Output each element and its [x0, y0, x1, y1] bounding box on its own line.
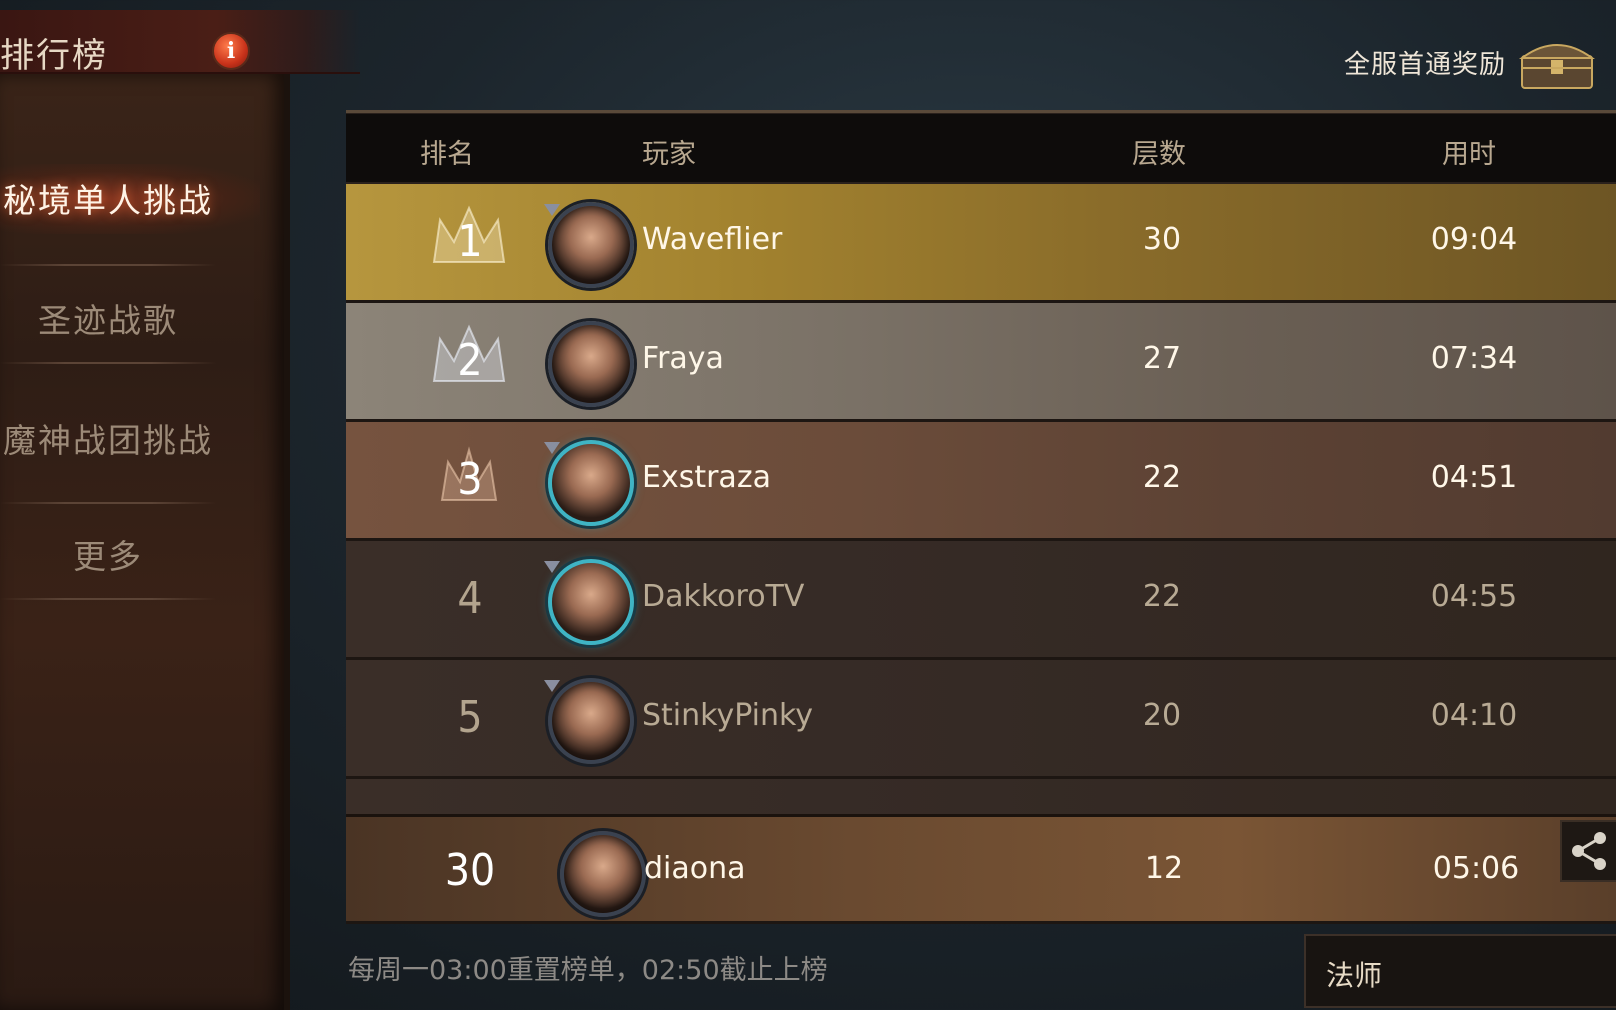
my-avatar [560, 831, 646, 917]
sidebar-item-warsong[interactable]: 圣迹战歌 [0, 294, 216, 342]
page-title: 排行榜 [0, 36, 108, 76]
floors-value: 30 [1142, 222, 1182, 257]
my-rank-row: 30 diaona 12 05:06 [346, 814, 1616, 924]
sidebar: 秘境单人挑战 圣迹战歌 魔神战团挑战 更多 [0, 74, 290, 1010]
avatar [548, 559, 634, 645]
sidebar-divider [0, 362, 216, 364]
avatar [548, 321, 634, 407]
sidebar-item-solo-challenge[interactable]: 秘境单人挑战 [0, 174, 216, 222]
first-clear-reward-link[interactable]: 全服首通奖励 [1344, 44, 1506, 81]
rank-number: 2 [457, 335, 483, 386]
table-row[interactable]: 4 DakkoroTV 22 04:55 [346, 541, 1616, 660]
my-floors-value: 12 [1144, 851, 1184, 886]
chest-icon[interactable] [1518, 34, 1596, 92]
info-icon[interactable]: i [212, 32, 250, 70]
floors-value: 22 [1142, 460, 1182, 495]
player-name: Fraya [642, 341, 724, 376]
table-row[interactable]: 3 Exstraza 22 04:51 [346, 422, 1616, 541]
rank-number: 3 [457, 454, 483, 505]
share-icon[interactable] [1560, 820, 1616, 882]
sidebar-item-warband[interactable]: 魔神战团挑战 [0, 414, 216, 462]
table-row-partial [346, 779, 1616, 818]
my-rank-number: 30 [444, 845, 496, 896]
class-filter-value: 法师 [1326, 959, 1383, 992]
avatar [548, 440, 634, 526]
avatar [548, 202, 634, 288]
time-value: 09:04 [1430, 222, 1518, 257]
table-row[interactable]: 2 Fraya 27 07:34 [346, 303, 1616, 422]
table-row[interactable]: 5 StinkyPinky 20 04:10 [346, 660, 1616, 779]
floors-value: 20 [1142, 698, 1182, 733]
rank-number: 5 [457, 692, 483, 743]
header-rank: 排名 [420, 139, 474, 170]
player-name: DakkoroTV [642, 579, 805, 614]
my-player-name: diaona [644, 851, 746, 886]
rank-number: 4 [457, 573, 483, 624]
sidebar-item-more[interactable]: 更多 [0, 530, 216, 578]
header-player: 玩家 [642, 139, 696, 170]
time-value: 04:55 [1430, 579, 1518, 614]
player-name: StinkyPinky [642, 698, 814, 733]
time-value: 07:34 [1430, 341, 1518, 376]
sidebar-divider [0, 502, 216, 504]
title-banner: 排行榜 i [0, 10, 360, 76]
floors-value: 22 [1142, 579, 1182, 614]
reset-note: 每周一03:00重置榜单，02:50截止上榜 [348, 955, 828, 986]
player-name: Waveflier [642, 222, 783, 257]
time-value: 04:10 [1430, 698, 1518, 733]
header-floors: 层数 [1132, 139, 1186, 170]
sidebar-divider [0, 598, 216, 600]
class-filter-dropdown[interactable]: 法师 [1304, 934, 1616, 1008]
table-header [346, 114, 1616, 182]
player-name: Exstraza [642, 460, 771, 495]
my-time-value: 05:06 [1432, 851, 1520, 886]
time-value: 04:51 [1430, 460, 1518, 495]
floors-value: 27 [1142, 341, 1182, 376]
rank-number: 1 [457, 216, 483, 267]
avatar [548, 678, 634, 764]
sidebar-divider [0, 264, 216, 266]
table-row[interactable]: 1 Waveflier 30 09:04 [346, 184, 1616, 303]
header-time: 用时 [1442, 139, 1496, 170]
